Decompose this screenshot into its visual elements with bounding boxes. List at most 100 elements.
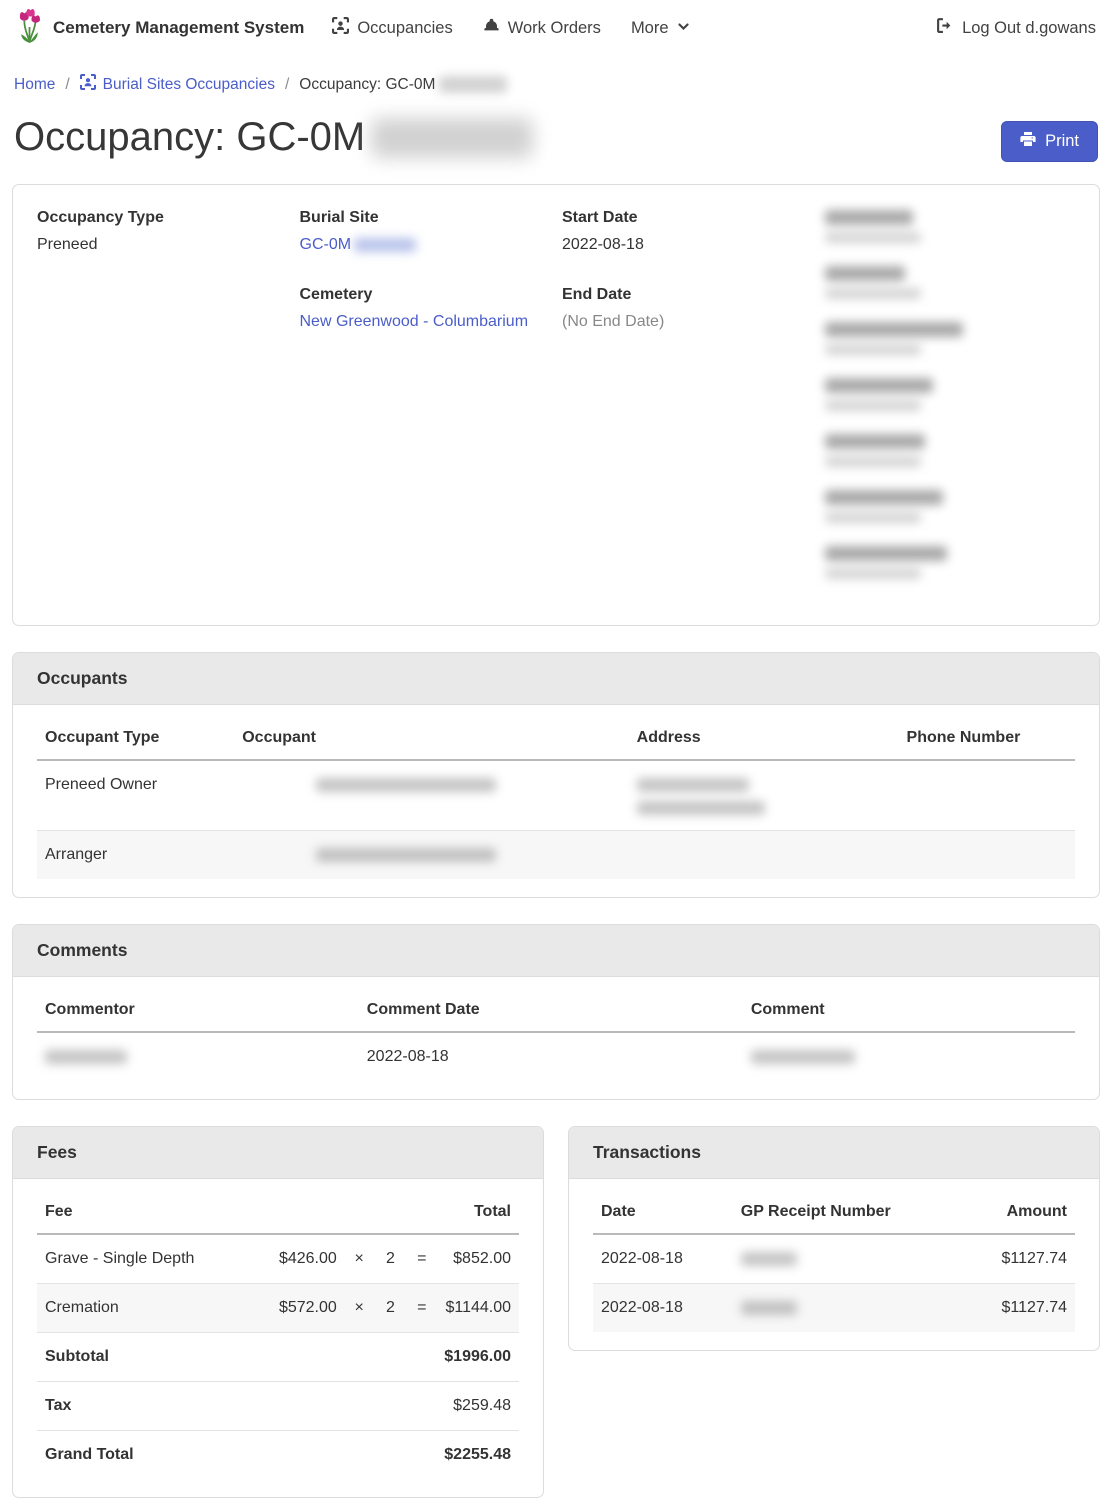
transactions-card: Transactions Date GP Receipt Number Amou…	[568, 1126, 1100, 1351]
receipt-number-cell	[733, 1284, 955, 1333]
occupants-table: Occupant Type Occupant Address Phone Num…	[37, 715, 1075, 879]
fees-table: Fee Total Grave - Single Depth $426.00	[37, 1189, 519, 1479]
redacted-field	[825, 265, 1076, 301]
details-column-2: Burial Site GC-0M Cemetery New Greenwood…	[300, 209, 551, 601]
chevron-down-icon	[677, 19, 690, 38]
printer-icon	[1020, 131, 1036, 152]
address-cell	[629, 760, 899, 831]
column-header: Commentor	[37, 987, 359, 1032]
amount-cell: $1127.74	[954, 1234, 1075, 1284]
column-header: Comment Date	[359, 987, 743, 1032]
address-cell	[629, 831, 899, 880]
page-title: Occupancy: GC-0M	[14, 115, 533, 160]
transaction-date-cell: 2022-08-18	[593, 1234, 733, 1284]
fees-card: Fees Fee Total	[12, 1126, 544, 1498]
redacted-text	[741, 1301, 797, 1315]
occupant-cell	[234, 760, 628, 831]
breadcrumb-occupancies-label: Burial Sites Occupancies	[103, 76, 275, 94]
redacted-field	[825, 377, 1076, 413]
details-column-4-redacted	[825, 209, 1076, 601]
nav-item-work-orders[interactable]: Work Orders	[483, 17, 601, 39]
grand-total-label: Grand Total	[37, 1431, 436, 1480]
burial-site-label: Burial Site	[300, 209, 551, 227]
column-header: GP Receipt Number	[733, 1189, 955, 1234]
breadcrumb-occupancies-link[interactable]: Burial Sites Occupancies	[80, 74, 275, 95]
end-date-label: End Date	[562, 286, 813, 304]
column-header: Occupant Type	[37, 715, 234, 760]
burial-site-link[interactable]: GC-0M	[300, 236, 417, 253]
redacted-text	[751, 1050, 855, 1064]
receipt-number-cell	[733, 1234, 955, 1284]
redacted-text	[439, 76, 507, 93]
breadcrumb-home-label: Home	[14, 76, 55, 94]
fee-total-cell: $852.00	[436, 1234, 519, 1284]
logout-button[interactable]: Log Out d.gowans	[936, 17, 1096, 39]
redacted-text	[316, 778, 496, 792]
occupants-card: Occupants Occupant Type Occupant Address…	[12, 652, 1100, 898]
phone-cell	[899, 760, 1075, 831]
phone-cell	[899, 831, 1075, 880]
column-header: Comment	[743, 987, 1075, 1032]
cemetery-link[interactable]: New Greenwood - Columbarium	[300, 313, 529, 330]
table-row: Preneed Owner	[37, 760, 1075, 831]
table-row: Arranger	[37, 831, 1075, 880]
redacted-text	[371, 118, 533, 158]
fee-unit-cell: $426.00	[258, 1234, 345, 1284]
table-row: 2022-08-18 $1127.74	[593, 1234, 1075, 1284]
nav-label-work-orders: Work Orders	[508, 19, 601, 38]
comment-date-cell: 2022-08-18	[359, 1032, 743, 1081]
tax-label: Tax	[37, 1382, 436, 1431]
tax-row: Tax $259.48	[37, 1382, 519, 1431]
top-navbar: Cemetery Management System Occupancies	[0, 0, 1112, 56]
tulips-logo-icon	[16, 7, 43, 50]
column-header: Fee	[37, 1189, 258, 1234]
nav-label-more: More	[631, 19, 669, 38]
tax-value: $259.48	[436, 1382, 519, 1431]
fee-eq-cell: =	[407, 1234, 436, 1284]
occupant-type-cell: Preneed Owner	[37, 760, 234, 831]
fee-qty-cell: 2	[374, 1234, 408, 1284]
redacted-field	[825, 433, 1076, 469]
transaction-date-cell: 2022-08-18	[593, 1284, 733, 1333]
start-date-value: 2022-08-18	[562, 236, 813, 254]
app-title: Cemetery Management System	[53, 18, 304, 38]
column-header: Phone Number	[899, 715, 1075, 760]
person-frame-icon	[332, 17, 349, 39]
table-row: Grave - Single Depth $426.00 × 2 = $852.…	[37, 1234, 519, 1284]
fee-total-cell: $1144.00	[436, 1284, 519, 1333]
occupancy-type-label: Occupancy Type	[37, 209, 288, 227]
redacted-text	[741, 1252, 797, 1266]
breadcrumb-home-link[interactable]: Home	[14, 76, 55, 94]
table-row: 2022-08-18 $1127.74	[593, 1284, 1075, 1333]
comments-card: Comments Commentor Comment Date Comment …	[12, 924, 1100, 1100]
subtotal-row: Subtotal $1996.00	[37, 1333, 519, 1382]
redacted-text	[637, 801, 765, 815]
redacted-field	[825, 321, 1076, 357]
column-header: Address	[629, 715, 899, 760]
fee-name-cell: Grave - Single Depth	[37, 1234, 258, 1284]
occupancy-type-value: Preneed	[37, 236, 288, 254]
nav-item-occupancies[interactable]: Occupancies	[332, 17, 452, 39]
print-button[interactable]: Print	[1001, 121, 1098, 162]
fee-times-cell: ×	[345, 1234, 374, 1284]
grand-total-value: $2255.48	[436, 1431, 519, 1480]
sign-out-icon	[936, 17, 953, 39]
redacted-text	[637, 778, 749, 792]
column-header: Total	[436, 1189, 519, 1234]
comments-table: Commentor Comment Date Comment 2022-08-1…	[37, 987, 1075, 1081]
amount-cell: $1127.74	[954, 1284, 1075, 1333]
comments-section-title: Comments	[13, 925, 1099, 977]
redacted-field	[825, 489, 1076, 525]
hard-hat-icon	[483, 17, 500, 39]
fee-unit-cell: $572.00	[258, 1284, 345, 1333]
redacted-text	[354, 238, 416, 252]
column-header: Occupant	[234, 715, 628, 760]
app-brand[interactable]: Cemetery Management System	[16, 7, 304, 50]
cemetery-label: Cemetery	[300, 286, 551, 304]
nav-item-more[interactable]: More	[631, 19, 690, 38]
redacted-text	[316, 848, 496, 862]
breadcrumb-separator: /	[65, 76, 69, 94]
page-header: Occupancy: GC-0M Print	[0, 109, 1112, 184]
details-column-1: Occupancy Type Preneed	[37, 209, 288, 601]
fee-name-cell: Cremation	[37, 1284, 258, 1333]
